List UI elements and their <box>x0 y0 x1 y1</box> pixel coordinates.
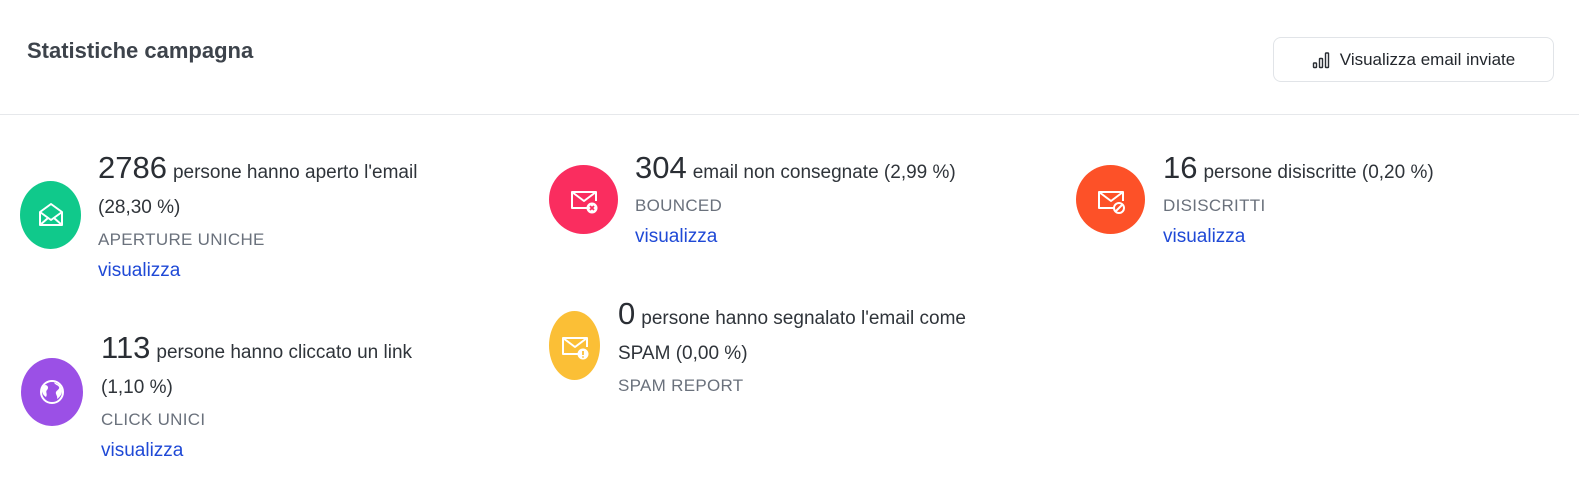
mail-open-icon <box>38 203 63 226</box>
unsubscribed-view-link[interactable]: visualizza <box>1163 221 1563 253</box>
opens-view-link[interactable]: visualizza <box>98 255 518 287</box>
bounced-view-link[interactable]: visualizza <box>635 221 1055 253</box>
unsubscribed-caption: DISISCRITTI <box>1163 196 1266 215</box>
opens-caption: APERTURE UNICHE <box>98 230 265 249</box>
bounced-count: 304 <box>635 150 687 185</box>
mail-alert-icon <box>561 336 588 359</box>
clicks-count: 113 <box>101 330 151 365</box>
view-sent-emails-button[interactable]: Visualizza email inviate <box>1273 37 1554 82</box>
opens-count: 2786 <box>98 150 167 185</box>
spam-caption: SPAM REPORT <box>618 376 744 395</box>
view-sent-emails-label: Visualizza email inviate <box>1339 49 1516 69</box>
spam-count: 0 <box>618 296 636 331</box>
opens-text: persone hanno aperto l'email <box>172 162 418 183</box>
unsubscribed-headline: 16 persone disiscritte (0,20 %) <box>1163 150 1563 191</box>
unsubscribed-count: 16 <box>1163 150 1198 185</box>
spam-percent: SPAM (0,00 %) <box>618 343 748 364</box>
page-title: Statistiche campagna <box>27 38 254 63</box>
opens-icon-circle <box>20 181 81 249</box>
clicks-percent: (1,10 %) <box>101 377 173 398</box>
clicks-view-link[interactable]: visualizza <box>101 435 521 467</box>
opens-percent: (28,30 %) <box>98 197 181 218</box>
clicks-text: persone hanno cliccato un link <box>156 342 413 363</box>
spam-icon-circle <box>549 311 600 380</box>
globe-icon <box>40 380 64 404</box>
bounced-caption: BOUNCED <box>635 196 723 215</box>
clicks-headline: 113 persone hanno cliccato un link <box>101 330 521 371</box>
spam-text: persone hanno segnalato l'email come <box>641 308 966 329</box>
bounced-headline: 304 email non consegnate (2,99 %) <box>635 150 1055 191</box>
spam-headline: 0 persone hanno segnalato l'email come <box>618 296 1058 337</box>
clicks-caption: CLICK UNICI <box>101 410 206 429</box>
opens-headline: 2786 persone hanno aperto l'email <box>98 150 518 191</box>
unsubscribed-text: persone disiscritte (0,20 %) <box>1203 162 1434 183</box>
bounced-icon-circle <box>549 165 618 234</box>
mail-x-icon <box>570 190 597 213</box>
unsubscribed-icon-circle <box>1076 165 1145 234</box>
clicks-icon-circle <box>21 358 83 426</box>
mail-block-icon <box>1097 190 1125 214</box>
bar-chart-icon <box>1312 51 1329 68</box>
page-header: Statistiche campagna Visualizza email in… <box>0 0 1579 115</box>
bounced-text: email non consegnate (2,99 %) <box>692 162 956 183</box>
